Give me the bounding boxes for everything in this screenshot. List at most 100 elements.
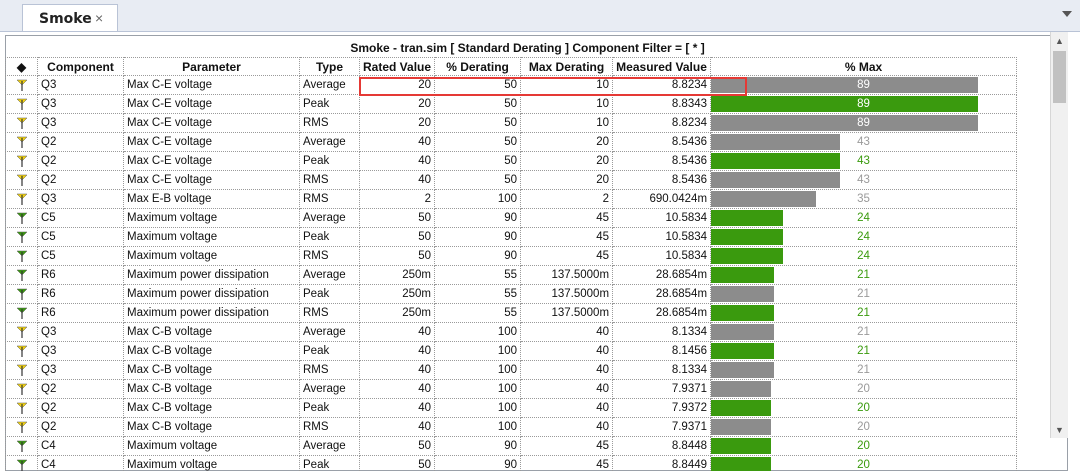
pct-max-label: 43 bbox=[857, 174, 870, 186]
component-cell: Q2 bbox=[37, 417, 124, 437]
derating-cell: 55 bbox=[434, 303, 522, 323]
derating-cell: 90 bbox=[434, 227, 522, 247]
pct-max-label: 20 bbox=[857, 402, 870, 414]
measured-value-cell: 8.8343 bbox=[612, 94, 712, 114]
tab-list-dropdown-icon[interactable] bbox=[1062, 11, 1072, 17]
yellow-flag-icon bbox=[15, 98, 28, 110]
measured-value-cell: 690.0424m bbox=[612, 189, 712, 209]
max-derating-cell: 20 bbox=[520, 132, 614, 152]
column-header-derating[interactable]: % Derating bbox=[434, 57, 522, 76]
measured-value-cell: 8.5436 bbox=[612, 170, 712, 190]
parameter-cell: Maximum voltage bbox=[123, 455, 300, 471]
table-row[interactable]: C5 Maximum voltage Peak 50 90 45 10.5834 24 bbox=[5, 227, 1018, 247]
scrollbar-thumb[interactable] bbox=[1053, 51, 1066, 103]
vertical-scrollbar[interactable]: ▲ ▼ bbox=[1050, 32, 1068, 438]
parameter-cell: Max C-E voltage bbox=[123, 75, 300, 95]
pct-max-cell: 21 bbox=[710, 265, 1018, 285]
table-row[interactable]: Q3 Max E-B voltage RMS 2 100 2 690.0424m 35 bbox=[5, 189, 1018, 209]
status-flag-cell bbox=[5, 379, 38, 399]
parameter-cell: Maximum power dissipation bbox=[123, 284, 300, 304]
type-cell: RMS bbox=[299, 170, 360, 190]
measured-value-cell: 8.5436 bbox=[612, 132, 712, 152]
type-cell: Peak bbox=[299, 151, 360, 171]
pct-max-label: 21 bbox=[857, 326, 870, 338]
derating-cell: 50 bbox=[434, 113, 522, 133]
tab-smoke[interactable]: Smoke × bbox=[22, 4, 118, 32]
derating-cell: 50 bbox=[434, 132, 522, 152]
type-cell: Average bbox=[299, 436, 360, 456]
table-row[interactable]: C4 Maximum voltage Peak 50 90 45 8.8449 20 bbox=[5, 455, 1018, 471]
parameter-cell: Max C-E voltage bbox=[123, 132, 300, 152]
table-row[interactable]: R6 Maximum power dissipation Peak 250m 55 137… bbox=[5, 284, 1018, 304]
table-row[interactable]: Q2 Max C-E voltage Average 40 50 20 8.5436 43 bbox=[5, 132, 1018, 152]
type-cell: Average bbox=[299, 75, 360, 95]
rated-value-cell: 40 bbox=[358, 341, 436, 361]
table-row[interactable]: Q2 Max C-B voltage Average 40 100 40 7.9371 20 bbox=[5, 379, 1018, 399]
table-row[interactable]: Q3 Max C-B voltage Average 40 100 40 8.1334 21 bbox=[5, 322, 1018, 342]
max-derating-cell: 40 bbox=[520, 398, 614, 418]
column-header-component[interactable]: Component bbox=[37, 57, 124, 76]
table-row[interactable]: C5 Maximum voltage Average 50 90 45 10.5834 24 bbox=[5, 208, 1018, 228]
type-cell: RMS bbox=[299, 113, 360, 133]
measured-value-cell: 7.9372 bbox=[612, 398, 712, 418]
table-row[interactable]: Q3 Max C-E voltage RMS 20 50 10 8.8234 89 bbox=[5, 113, 1018, 133]
column-header-parameter[interactable]: Parameter bbox=[123, 57, 300, 76]
max-derating-cell: 137.5000m bbox=[520, 284, 614, 304]
yellow-flag-icon bbox=[15, 364, 28, 376]
derating-cell: 50 bbox=[434, 94, 522, 114]
pct-max-cell: 21 bbox=[710, 360, 1018, 380]
table-row[interactable]: Q3 Max C-B voltage RMS 40 100 40 8.1334 21 bbox=[5, 360, 1018, 380]
type-cell: Average bbox=[299, 322, 360, 342]
column-header-type[interactable]: Type bbox=[299, 57, 360, 76]
parameter-cell: Maximum voltage bbox=[123, 246, 300, 266]
table-row[interactable]: C4 Maximum voltage Average 50 90 45 8.8448 20 bbox=[5, 436, 1018, 456]
column-header-measured-value[interactable]: Measured Value bbox=[612, 57, 712, 76]
component-cell: Q3 bbox=[37, 322, 124, 342]
status-flag-cell bbox=[5, 227, 38, 247]
type-cell: Average bbox=[299, 208, 360, 228]
rated-value-cell: 250m bbox=[358, 303, 436, 323]
status-flag-cell bbox=[5, 455, 38, 471]
yellow-flag-icon bbox=[15, 193, 28, 205]
status-flag-cell bbox=[5, 94, 38, 114]
table-row[interactable]: Q3 Max C-B voltage Peak 40 100 40 8.1456 21 bbox=[5, 341, 1018, 361]
table-row[interactable]: Q2 Max C-B voltage RMS 40 100 40 7.9371 20 bbox=[5, 417, 1018, 437]
pct-max-cell: 21 bbox=[710, 341, 1018, 361]
pct-max-label: 43 bbox=[857, 155, 870, 167]
pct-max-cell: 35 bbox=[710, 189, 1018, 209]
pct-max-cell: 20 bbox=[710, 417, 1018, 437]
pct-max-label: 24 bbox=[857, 250, 870, 262]
yellow-flag-icon bbox=[15, 136, 28, 148]
column-header-pct-max[interactable]: % Max bbox=[710, 57, 1018, 76]
column-header-rated-value[interactable]: Rated Value bbox=[358, 57, 436, 76]
type-cell: RMS bbox=[299, 417, 360, 437]
table-row[interactable]: Q2 Max C-E voltage Peak 40 50 20 8.5436 43 bbox=[5, 151, 1018, 171]
column-header-max-derating[interactable]: Max Derating bbox=[520, 57, 614, 76]
type-cell: Peak bbox=[299, 341, 360, 361]
parameter-cell: Max C-E voltage bbox=[123, 151, 300, 171]
rated-value-cell: 40 bbox=[358, 379, 436, 399]
table-row[interactable]: R6 Maximum power dissipation Average 250m 55… bbox=[5, 265, 1018, 285]
table-row[interactable]: Q2 Max C-B voltage Peak 40 100 40 7.9372 20 bbox=[5, 398, 1018, 418]
rated-value-cell: 40 bbox=[358, 360, 436, 380]
table-row[interactable]: C5 Maximum voltage RMS 50 90 45 10.5834 24 bbox=[5, 246, 1018, 266]
close-icon[interactable]: × bbox=[95, 10, 103, 26]
pct-max-label: 20 bbox=[857, 440, 870, 452]
status-flag-cell bbox=[5, 113, 38, 133]
derating-cell: 100 bbox=[434, 398, 522, 418]
measured-value-cell: 10.5834 bbox=[612, 246, 712, 266]
component-cell: C4 bbox=[37, 436, 124, 456]
table-row[interactable]: Q3 Max C-E voltage Peak 20 50 10 8.8343 89 bbox=[5, 94, 1018, 114]
max-derating-cell: 40 bbox=[520, 379, 614, 399]
pct-max-label: 89 bbox=[857, 98, 870, 110]
component-cell: C5 bbox=[37, 246, 124, 266]
table-row[interactable]: Q3 Max C-E voltage Average 20 50 10 8.8234 89 bbox=[5, 75, 1018, 95]
rated-value-cell: 50 bbox=[358, 246, 436, 266]
table-row[interactable]: R6 Maximum power dissipation RMS 250m 55 137.… bbox=[5, 303, 1018, 323]
component-cell: R6 bbox=[37, 284, 124, 304]
table-row[interactable]: Q2 Max C-E voltage RMS 40 50 20 8.5436 43 bbox=[5, 170, 1018, 190]
scroll-down-icon[interactable]: ▼ bbox=[1051, 421, 1068, 438]
scroll-up-icon[interactable]: ▲ bbox=[1051, 32, 1068, 49]
pct-max-label: 20 bbox=[857, 459, 870, 471]
sort-marker-header[interactable]: ◆ bbox=[5, 57, 38, 76]
